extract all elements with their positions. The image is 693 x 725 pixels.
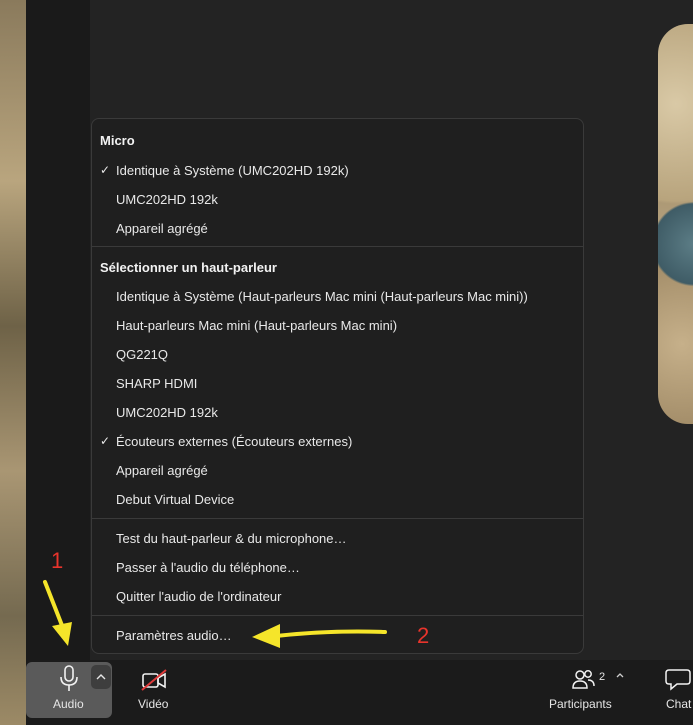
microphone-icon xyxy=(60,665,78,691)
participants-count: 2 xyxy=(599,671,606,683)
leave-computer-audio-item[interactable]: Quitter l'audio de l'ordinateur xyxy=(92,582,583,611)
speaker-item-headphones[interactable]: ✓ Écouteurs externes (Écouteurs externes… xyxy=(92,427,583,456)
menu-item-label: Debut Virtual Device xyxy=(116,492,235,507)
menu-item-label: Passer à l'audio du téléphone… xyxy=(116,560,300,575)
menu-item-label: Paramètres audio… xyxy=(116,628,232,643)
speaker-header: Sélectionner un haut-parleur xyxy=(100,260,277,275)
menu-item-label: Écouteurs externes (Écouteurs externes) xyxy=(116,434,353,449)
micro-item-system[interactable]: ✓ Identique à Système (UMC202HD 192k) xyxy=(92,156,583,185)
switch-to-phone-audio-item[interactable]: Passer à l'audio du téléphone… xyxy=(92,553,583,582)
annotation-arrow-left-icon xyxy=(252,624,387,648)
menu-divider xyxy=(92,518,583,519)
menu-item-label: UMC202HD 192k xyxy=(116,405,218,420)
audio-label: Audio xyxy=(53,697,84,711)
menu-divider xyxy=(92,246,583,247)
chat-icon xyxy=(665,669,691,691)
micro-item-aggregate[interactable]: Appareil agrégé xyxy=(92,214,583,243)
menu-item-label: SHARP HDMI xyxy=(116,376,198,391)
annotation-number-2: 2 xyxy=(417,623,430,648)
participants-label: Participants xyxy=(549,697,612,711)
speaker-item-system[interactable]: Identique à Système (Haut-parleurs Mac m… xyxy=(92,282,583,311)
participants-icon xyxy=(572,670,595,689)
menu-item-label: Haut-parleurs Mac mini (Haut-parleurs Ma… xyxy=(116,318,398,333)
speaker-item-debut[interactable]: Debut Virtual Device xyxy=(92,485,583,514)
menu-item-label: Appareil agrégé xyxy=(116,221,208,236)
video-label: Vidéo xyxy=(138,697,169,711)
menu-item-label: QG221Q xyxy=(116,347,169,362)
menu-item-label: UMC202HD 192k xyxy=(116,192,218,207)
chat-label: Chat xyxy=(666,697,692,711)
video-off-icon xyxy=(141,669,167,691)
speaker-item-aggregate[interactable]: Appareil agrégé xyxy=(92,456,583,485)
speaker-item-qg221q[interactable]: QG221Q xyxy=(92,340,583,369)
menu-item-label: Identique à Système (Haut-parleurs Mac m… xyxy=(116,289,528,304)
chevron-up-icon xyxy=(96,674,106,680)
chevron-up-icon[interactable] xyxy=(615,670,625,680)
menu-divider xyxy=(92,615,583,616)
video-button[interactable]: Vidéo xyxy=(122,662,186,718)
test-speaker-mic-item[interactable]: Test du haut-parleur & du microphone… xyxy=(92,524,583,553)
annotation-number-1: 1 xyxy=(51,548,64,573)
speaker-item-sharp-hdmi[interactable]: SHARP HDMI xyxy=(92,369,583,398)
micro-header: Micro xyxy=(100,133,135,148)
menu-item-label: Identique à Système (UMC202HD 192k) xyxy=(116,163,349,178)
speaker-item-umc202hd[interactable]: UMC202HD 192k xyxy=(92,398,583,427)
menu-item-label: Appareil agrégé xyxy=(116,463,208,478)
menu-item-label: Quitter l'audio de l'ordinateur xyxy=(116,589,282,604)
desktop-background xyxy=(0,0,26,725)
menu-item-label: Test du haut-parleur & du microphone… xyxy=(116,531,347,546)
checkmark-icon: ✓ xyxy=(100,163,111,177)
speaker-item-mac-mini[interactable]: Haut-parleurs Mac mini (Haut-parleurs Ma… xyxy=(92,311,583,340)
audio-menu: Micro ✓ Identique à Système (UMC202HD 19… xyxy=(91,118,584,654)
micro-item-umc202hd[interactable]: UMC202HD 192k xyxy=(92,185,583,214)
audio-options-caret-button[interactable] xyxy=(91,665,111,689)
annotation-arrow-down-icon xyxy=(43,580,72,646)
participant-video-tile[interactable] xyxy=(658,24,693,424)
participants-button[interactable]: 2 Participants xyxy=(545,662,627,718)
checkmark-icon: ✓ xyxy=(100,434,111,448)
chat-button[interactable]: Chat xyxy=(660,662,693,718)
